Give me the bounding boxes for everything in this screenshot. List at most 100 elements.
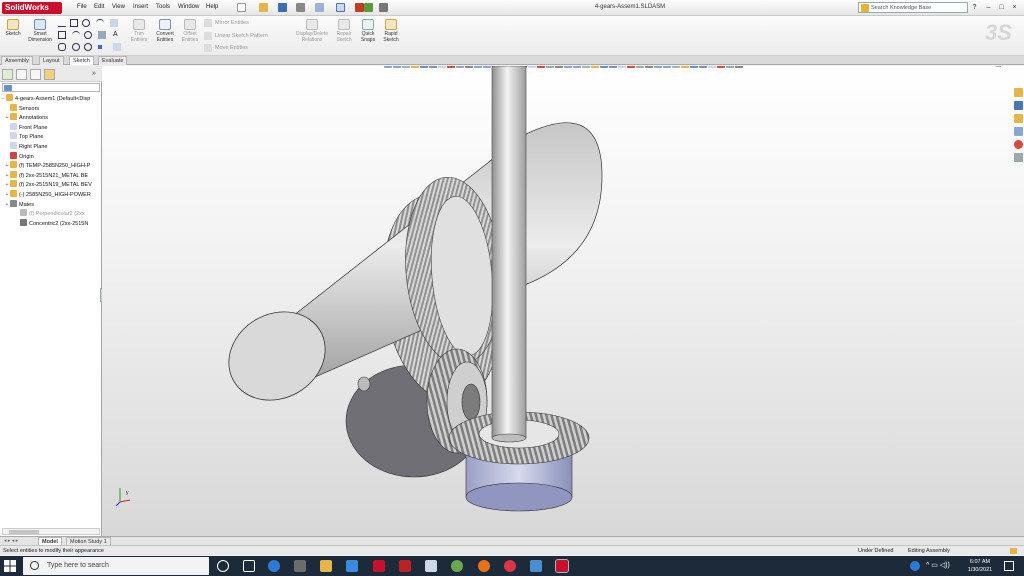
taskbar-search-box[interactable]: Type here to search <box>23 557 209 575</box>
tab-assembly[interactable]: Assembly <box>1 56 33 65</box>
tree-item[interactable]: Origin <box>0 151 101 161</box>
tree-item[interactable]: Front Plane <box>0 122 101 132</box>
sketch-button[interactable]: Sketch <box>2 19 24 37</box>
resources-icon[interactable] <box>1014 88 1023 97</box>
chevron-right-icon[interactable]: » <box>92 70 96 77</box>
solidworks-active-icon[interactable] <box>555 559 569 573</box>
move-entities-button[interactable]: Move Entities <box>215 45 248 51</box>
tree-item[interactable]: Right Plane <box>0 142 101 151</box>
menu-insert[interactable]: Insert <box>133 4 148 10</box>
repair-sketch-button[interactable]: Repair Sketch <box>333 19 355 43</box>
tree-item[interactable]: + Mates <box>0 199 101 209</box>
cortana-icon[interactable] <box>217 560 229 572</box>
display-delete-relations-button[interactable]: Display/Delete Relations <box>290 19 334 43</box>
ellipse-icon[interactable] <box>84 31 92 39</box>
linear-sketch-pattern-button[interactable]: Linear Sketch Pattern <box>215 33 268 39</box>
restore-button[interactable]: □ <box>997 3 1006 12</box>
spline-icon[interactable] <box>96 19 104 27</box>
undo-icon[interactable] <box>315 3 324 12</box>
design-library-icon[interactable] <box>1014 101 1023 110</box>
rebuild-icon[interactable] <box>355 3 364 12</box>
mirror-entities-button[interactable]: Mirror Entities <box>215 20 249 26</box>
sketch-point-icon[interactable] <box>98 45 102 49</box>
solidworks-logo[interactable]: SolidWorks <box>2 2 62 14</box>
smart-dimension-button[interactable]: Smart Dimension <box>26 19 54 43</box>
arc-icon[interactable] <box>72 31 80 39</box>
tab-evaluate[interactable]: Evaluate <box>98 56 128 65</box>
file-explorer-icon[interactable] <box>1014 114 1023 123</box>
appearances-icon[interactable] <box>1014 140 1023 149</box>
view-palette-icon[interactable] <box>1014 127 1023 136</box>
print-icon[interactable] <box>296 3 305 12</box>
construction-circle-icon[interactable] <box>72 43 80 51</box>
file-explorer-taskbar-icon[interactable] <box>320 560 332 572</box>
tab-layout[interactable]: Layout <box>39 56 64 65</box>
document-icon[interactable] <box>425 560 437 572</box>
task-view-icon[interactable] <box>243 560 255 572</box>
menu-help[interactable]: Help <box>206 4 218 10</box>
firefox-icon[interactable] <box>478 560 490 572</box>
new-document-icon[interactable] <box>237 3 246 12</box>
tree-item[interactable]: + (f) 2xx-2515N19_METAL BEV <box>0 180 101 189</box>
menu-view[interactable]: View <box>112 4 125 10</box>
straight-slot-icon[interactable] <box>58 43 66 51</box>
status-warning-icon[interactable] <box>1010 548 1017 554</box>
point-icon[interactable] <box>84 43 92 51</box>
offset-entities-button[interactable]: Offset Entities <box>179 19 201 43</box>
file-properties-icon[interactable] <box>364 3 373 12</box>
help-icon[interactable]: ? <box>970 3 979 12</box>
tree-horizontal-scrollbar[interactable] <box>2 528 100 535</box>
app-green-icon[interactable] <box>451 560 463 572</box>
solidworks-taskbar-icon[interactable] <box>373 560 385 572</box>
menu-edit[interactable]: Edit <box>94 4 104 10</box>
scrollbar-thumb[interactable] <box>9 530 39 534</box>
menu-window[interactable]: Window <box>178 4 199 10</box>
property-manager-tab-icon[interactable] <box>16 69 27 80</box>
graphics-area[interactable]: y – ▭ × <box>102 66 1024 536</box>
polygon-icon[interactable] <box>58 31 66 39</box>
tab-sketch[interactable]: Sketch <box>69 56 94 65</box>
display-manager-tab-icon[interactable] <box>44 69 55 80</box>
tree-filter-input[interactable] <box>2 83 100 92</box>
tree-item[interactable]: Sensors <box>0 103 101 113</box>
tree-item[interactable]: (f) Perpendicular2 (2xx <box>0 209 101 218</box>
open-folder-icon[interactable] <box>259 3 268 12</box>
tree-root[interactable]: −4-gears-Assem1 (Default<Disp <box>0 94 101 103</box>
rectangle-icon[interactable] <box>70 19 78 27</box>
help-circle-icon[interactable] <box>910 561 920 571</box>
feature-manager-tab-icon[interactable] <box>2 69 13 80</box>
app-pink-icon[interactable] <box>504 560 516 572</box>
slot-icon[interactable] <box>110 19 118 27</box>
tree-item[interactable]: + (f) 2xx-2515N21_METAL BE <box>0 170 101 180</box>
tree-item[interactable]: + (-) 2585N250_HIGH-POWER <box>0 190 101 199</box>
viewport-restore-icon[interactable]: ▭ <box>995 66 1002 69</box>
menu-tools[interactable]: Tools <box>156 4 170 10</box>
line-icon[interactable] <box>58 19 66 27</box>
mail-icon[interactable] <box>346 560 358 572</box>
taskbar-clock[interactable]: 6:07 AM 1/30/2021 <box>962 558 998 574</box>
save-icon[interactable] <box>278 3 287 12</box>
windows-start-icon[interactable] <box>4 560 16 572</box>
tray-icons[interactable]: ^ ▭ ◁)) <box>926 561 950 569</box>
notifications-icon[interactable] <box>1004 561 1014 571</box>
edge-icon[interactable] <box>268 560 280 572</box>
app-blue-icon[interactable] <box>530 560 542 572</box>
tree-item[interactable]: Top Plane <box>0 132 101 141</box>
circle-icon[interactable] <box>82 19 90 27</box>
text-icon[interactable]: A <box>113 31 121 39</box>
select-icon[interactable] <box>336 3 345 12</box>
tab-scroll-arrows[interactable]: ◂ ▸ ◂ ▸ <box>4 538 18 544</box>
tree-item[interactable]: + (f) TEMP-2585N250_HIGH-P <box>0 161 101 170</box>
rapid-sketch-button[interactable]: Rapid Sketch <box>380 19 402 43</box>
options-icon[interactable] <box>379 3 388 12</box>
fillet-icon[interactable] <box>98 31 106 39</box>
minimize-button[interactable]: – <box>984 3 993 12</box>
tree-item[interactable]: Concentric2 (2xx-2515N <box>0 218 101 228</box>
close-button[interactable]: × <box>1010 3 1019 12</box>
media-icon[interactable] <box>294 560 306 572</box>
custom-properties-icon[interactable] <box>1014 153 1023 162</box>
tree-item[interactable]: + Annotations <box>0 113 101 122</box>
plane-sketch-icon[interactable] <box>113 43 121 51</box>
trim-entities-button[interactable]: Trim Entities <box>128 19 150 43</box>
search-knowledge-base-input[interactable]: Search Knowledge Base <box>858 2 968 13</box>
